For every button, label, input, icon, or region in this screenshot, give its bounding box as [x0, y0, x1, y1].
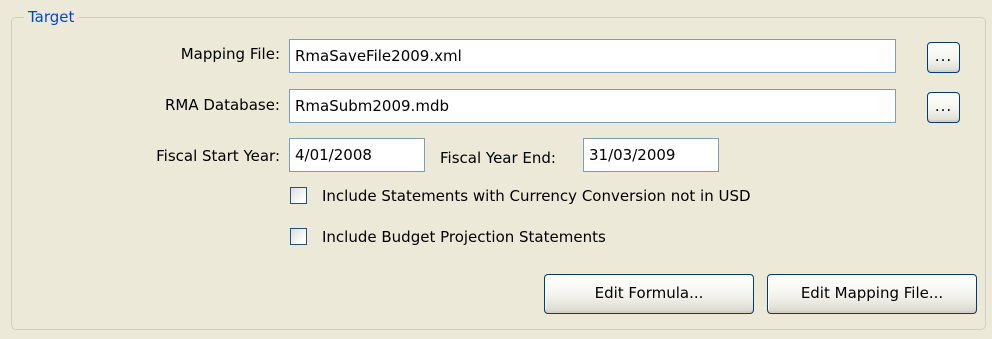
mapping-file-label: Mapping File: [180, 45, 280, 63]
currency-conversion-label: Include Statements with Currency Convers… [322, 187, 751, 205]
fiscal-year-end-label: Fiscal Year End: [440, 149, 556, 167]
browse-label: ... [934, 47, 953, 65]
fiscal-start-year-label: Fiscal Start Year: [156, 147, 280, 165]
edit-mapping-file-button[interactable]: Edit Mapping File... [767, 274, 977, 314]
edit-formula-button[interactable]: Edit Formula... [544, 274, 754, 314]
rma-database-input[interactable]: RmaSubm2009.mdb [289, 89, 896, 123]
browse-label: ... [934, 97, 953, 115]
rma-database-browse-button[interactable]: ... [927, 92, 960, 123]
target-panel: Target Mapping File: RmaSaveFile2009.xml… [0, 0, 992, 339]
budget-projection-label: Include Budget Projection Statements [322, 228, 606, 246]
budget-projection-checkbox[interactable] [290, 228, 307, 245]
group-title: Target [24, 7, 80, 27]
fiscal-start-year-input[interactable]: 4/01/2008 [289, 138, 425, 172]
mapping-file-input[interactable]: RmaSaveFile2009.xml [289, 39, 896, 73]
currency-conversion-option[interactable]: Include Statements with Currency Convers… [290, 186, 850, 208]
fiscal-year-end-input[interactable]: 31/03/2009 [583, 138, 719, 172]
currency-conversion-checkbox[interactable] [290, 187, 307, 204]
budget-projection-option[interactable]: Include Budget Projection Statements [290, 227, 690, 249]
rma-database-label: RMA Database: [164, 96, 280, 114]
mapping-file-browse-button[interactable]: ... [927, 42, 960, 73]
